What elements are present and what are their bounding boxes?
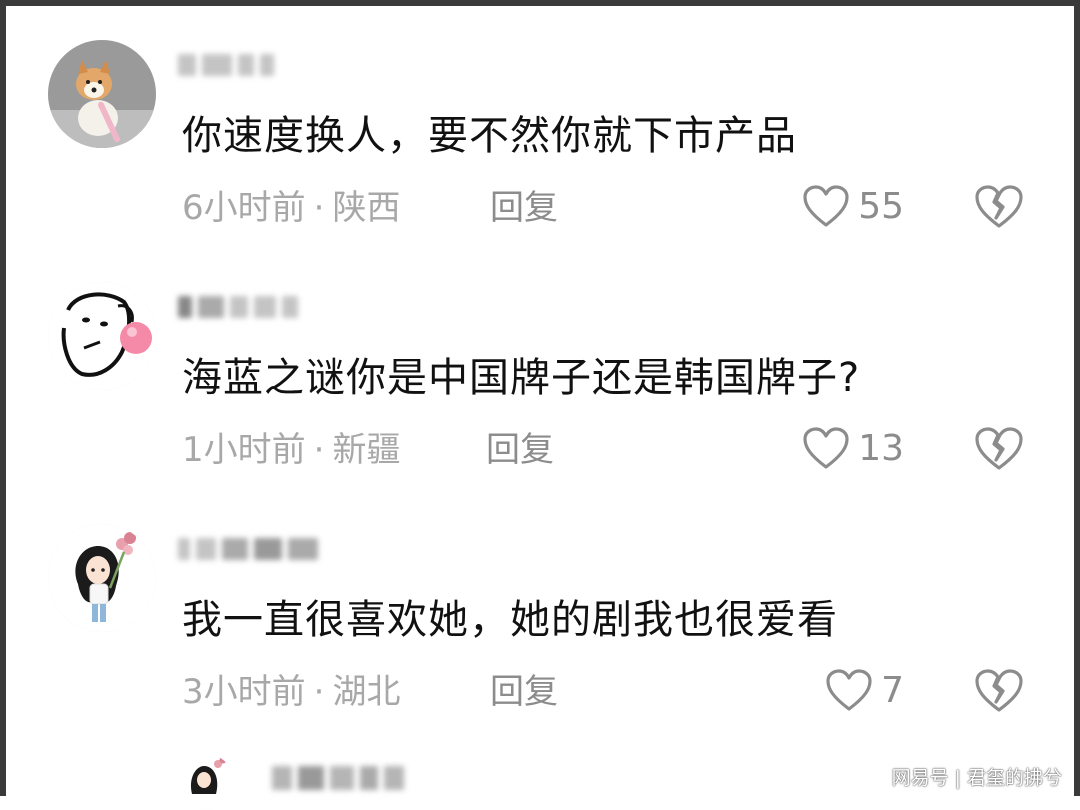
username-blurred[interactable] (272, 766, 404, 790)
comment-text: 海蓝之谜你是中国牌子还是韩国牌子? (182, 355, 861, 401)
dislike-button[interactable] (974, 184, 1024, 230)
comment-text: 我一直很喜欢她，她的剧我也很爱看 (182, 597, 838, 643)
comment-item: 我一直很喜欢她，她的剧我也很爱看 3小时前 · 湖北 回复 7 (0, 484, 1080, 724)
meta-separator: · (313, 430, 325, 470)
comment-text: 你速度换人，要不然你就下市产品 (182, 113, 797, 159)
dislike-button[interactable] (974, 668, 1024, 714)
avatar-girl-flowers-image (178, 754, 234, 810)
comment-meta: 3小时前 · 湖北 (182, 670, 400, 714)
avatar-girl-flowers-image (48, 524, 156, 632)
avatar-doodle-image (48, 282, 156, 390)
reply-button[interactable]: 回复 (490, 186, 558, 230)
avatar[interactable] (48, 282, 156, 390)
like-count: 7 (881, 670, 904, 711)
comment-time: 6小时前 (182, 188, 306, 228)
broken-heart-icon (975, 427, 1023, 470)
watermark-author: 君玺的拂兮 (966, 767, 1062, 789)
comment-location: 湖北 (332, 672, 401, 712)
watermark-separator: | (954, 767, 961, 789)
heart-outline-icon (826, 669, 872, 711)
heart-outline-icon (803, 185, 849, 227)
avatar-dog-image (48, 40, 156, 148)
avatar[interactable] (48, 40, 156, 148)
username-blurred[interactable] (178, 294, 298, 320)
heart-outline-icon (803, 427, 849, 469)
comment-location: 陕西 (332, 188, 401, 228)
like-count: 13 (858, 428, 904, 469)
avatar[interactable] (48, 524, 156, 632)
like-button[interactable]: 7 (825, 666, 904, 716)
watermark: 网易号 | 君玺的拂兮 (892, 763, 1062, 790)
dislike-button[interactable] (974, 426, 1024, 472)
reply-button[interactable]: 回复 (490, 670, 558, 714)
comment-item: 你速度换人，要不然你就下市产品 6小时前 · 陕西 回复 55 (0, 0, 1080, 240)
broken-heart-icon (975, 185, 1023, 228)
meta-separator: · (313, 672, 325, 712)
username-blurred[interactable] (178, 52, 274, 78)
avatar[interactable] (178, 754, 234, 810)
comment-time: 1小时前 (182, 430, 306, 470)
watermark-platform: 网易号 (891, 767, 949, 789)
comment-meta: 6小时前 · 陕西 (182, 186, 400, 230)
username-blurred[interactable] (178, 536, 318, 562)
broken-heart-icon (975, 669, 1023, 712)
like-button[interactable]: 55 (802, 182, 904, 232)
reply-button[interactable]: 回复 (486, 428, 554, 472)
comment-meta: 1小时前 · 新疆 (182, 428, 400, 472)
like-count: 55 (858, 186, 904, 227)
comment-item: 海蓝之谜你是中国牌子还是韩国牌子? 1小时前 · 新疆 回复 13 (0, 242, 1080, 482)
meta-separator: · (313, 188, 325, 228)
comment-time: 3小时前 (182, 672, 306, 712)
like-button[interactable]: 13 (802, 424, 904, 474)
comment-location: 新疆 (332, 430, 401, 470)
